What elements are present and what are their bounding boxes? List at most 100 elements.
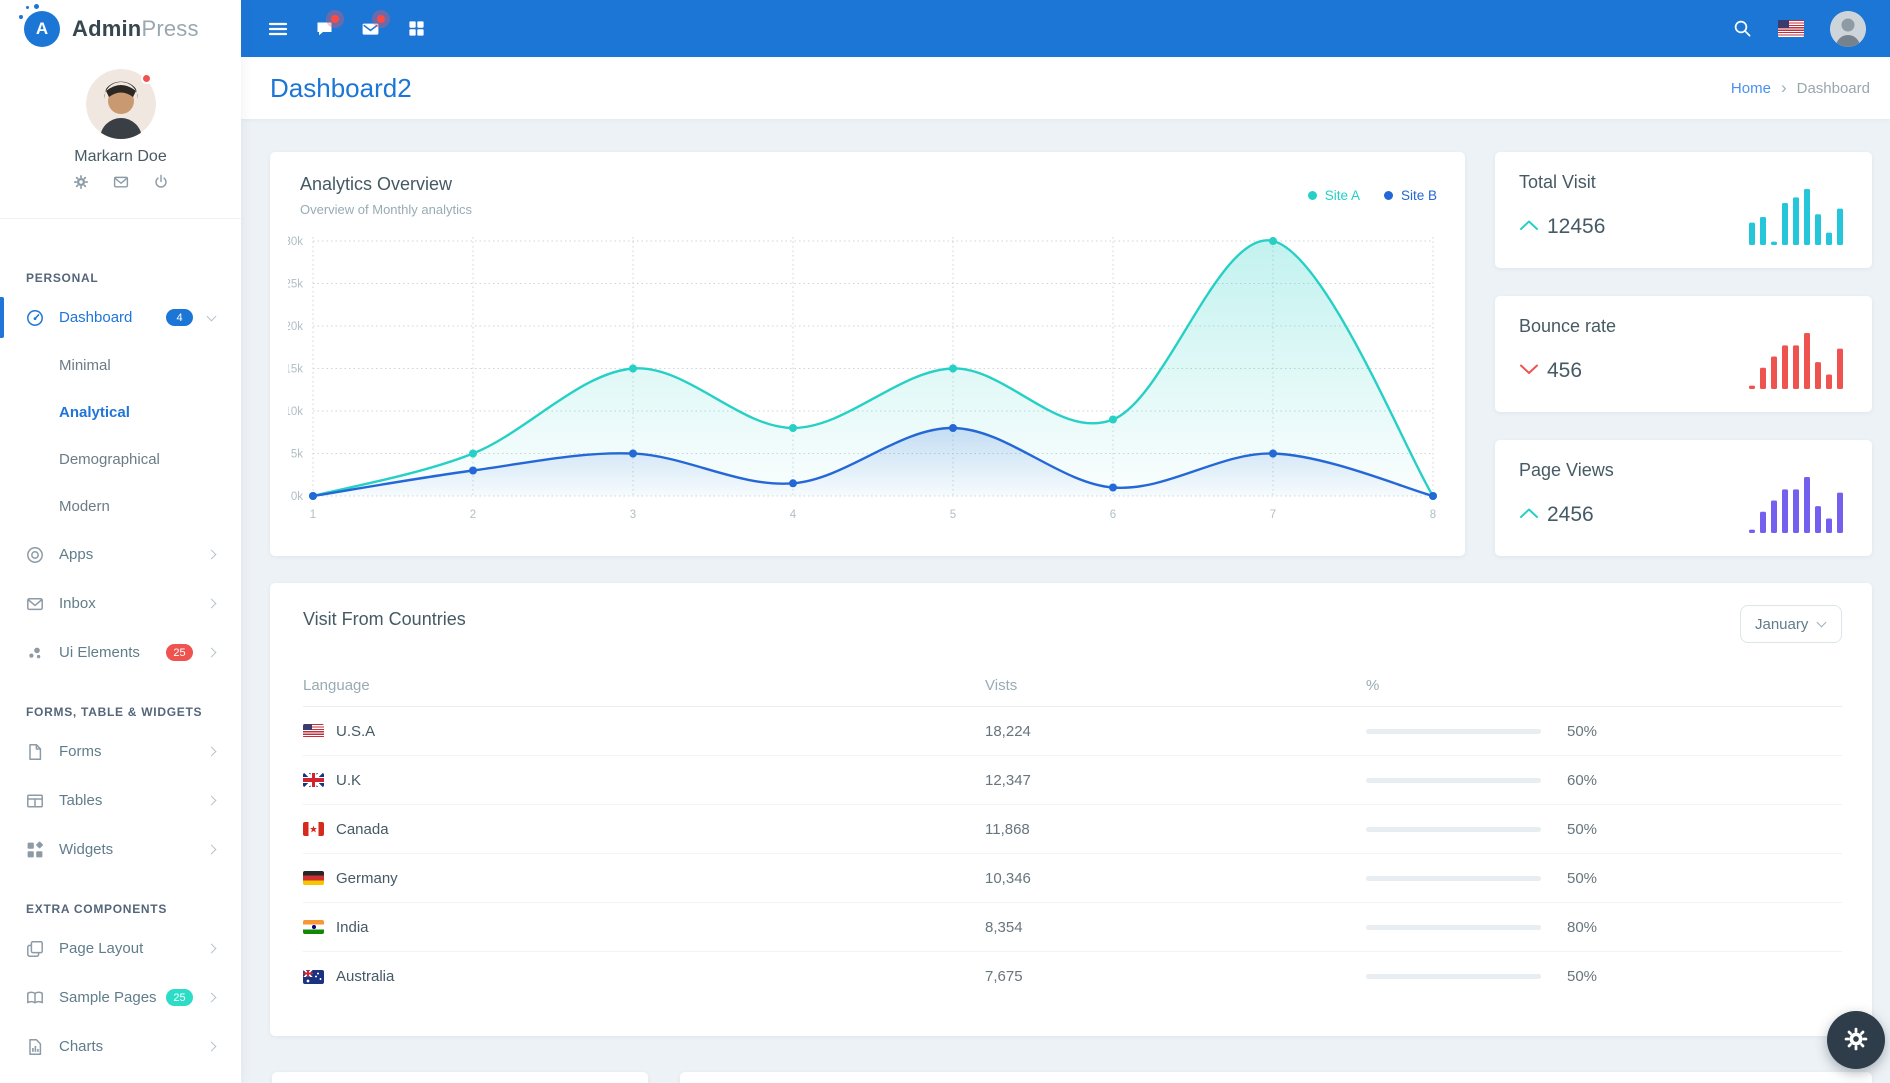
widgets-icon <box>26 841 44 859</box>
chat-icon[interactable] <box>314 19 334 39</box>
legend-dot-icon <box>1308 191 1317 200</box>
sidebar-item-apps[interactable]: Apps <box>0 530 241 579</box>
table-header-row: LanguageVists% <box>303 665 1842 707</box>
profile-avatar[interactable] <box>86 69 156 139</box>
column-header-vists: Vists <box>985 677 1366 694</box>
menu-icon[interactable] <box>268 19 288 39</box>
partial-card-left <box>272 1072 648 1083</box>
svg-text:8: 8 <box>1430 509 1436 521</box>
sidebar-item-inbox[interactable]: Inbox <box>0 579 241 628</box>
sidebar-section-label: FORMS, TABLE & WIDGETS <box>0 677 241 727</box>
ca-flag-icon <box>303 822 324 836</box>
gear-icon[interactable] <box>73 174 89 190</box>
apps-grid-icon[interactable] <box>406 19 426 39</box>
brand-logo[interactable]: A AdminPress <box>0 0 241 57</box>
sidebar-subitem-demographical[interactable]: Demographical <box>0 436 241 483</box>
stat-value: 2456 <box>1547 503 1594 527</box>
brand-name: AdminPress <box>72 16 199 42</box>
visit-from-countries-card: Visit From Countries January LanguageVis… <box>270 583 1872 1036</box>
progress-track <box>1366 729 1541 734</box>
sidebar-subitem-modern[interactable]: Modern <box>0 483 241 530</box>
power-icon[interactable] <box>153 174 169 190</box>
sidebar: A AdminPress Markarn Doe PERSONALDashboa… <box>0 0 241 1083</box>
breadcrumb-home-link[interactable]: Home <box>1731 80 1771 97</box>
month-select[interactable]: January <box>1740 605 1842 643</box>
sidebar-item-icons[interactable]: Icons <box>0 1071 241 1083</box>
chevron-right-icon <box>207 845 217 855</box>
sidebar-item-label: Apps <box>59 546 93 563</box>
partial-card-right <box>680 1072 1872 1083</box>
svg-text:25k: 25k <box>288 279 303 291</box>
sidebar-item-sample-pages[interactable]: Sample Pages25 <box>0 973 241 1022</box>
search-icon[interactable] <box>1732 19 1752 39</box>
sidebar-item-label: Widgets <box>59 841 113 858</box>
notification-dot <box>331 15 339 23</box>
legend-item-site-a[interactable]: Site A <box>1308 188 1360 203</box>
visits-cell: 11,868 <box>985 821 1366 838</box>
profile-block: Markarn Doe <box>0 57 241 204</box>
sidebar-item-widgets[interactable]: Widgets <box>0 825 241 874</box>
chevron-down-icon <box>207 311 217 321</box>
progress-track <box>1366 925 1541 930</box>
analytics-title: Analytics Overview <box>300 174 452 195</box>
main-content: Analytics Overview Overview of Monthly a… <box>241 119 1890 1083</box>
stats-column: Total Visit12456Bounce rate456Page Views… <box>1495 152 1872 584</box>
us-flag-icon[interactable] <box>1778 20 1804 37</box>
chart-legend: Site A Site B <box>1308 188 1437 203</box>
topbar <box>241 0 1890 57</box>
envelope-icon <box>26 595 44 613</box>
svg-text:0k: 0k <box>291 491 303 503</box>
svg-text:2: 2 <box>470 509 476 521</box>
svg-text:15k: 15k <box>288 364 303 376</box>
sidebar-item-charts[interactable]: Charts <box>0 1022 241 1071</box>
country-name: Germany <box>336 870 398 887</box>
gear-icon <box>1843 1026 1869 1055</box>
breadcrumb-separator: › <box>1781 78 1787 98</box>
sidebar-item-label: Dashboard <box>59 309 132 326</box>
breadcrumb: Home › Dashboard <box>1731 78 1870 98</box>
sidebar-item-ui-elements[interactable]: Ui Elements25 <box>0 628 241 677</box>
chevron-right-icon <box>207 648 217 658</box>
sidebar-badge: 4 <box>166 309 193 326</box>
user-avatar[interactable] <box>1830 11 1866 47</box>
sidebar-item-forms[interactable]: Forms <box>0 727 241 776</box>
sidebar-section-label: PERSONAL <box>0 219 241 293</box>
country-name: India <box>336 919 369 936</box>
sidebar-subitem-minimal[interactable]: Minimal <box>0 342 241 389</box>
de-flag-icon <box>303 871 324 885</box>
sidebar-item-label: Forms <box>59 743 102 760</box>
sidebar-subitem-analytical[interactable]: Analytical <box>0 389 241 436</box>
column-header-language: Language <box>303 677 985 694</box>
svg-text:4: 4 <box>790 509 797 521</box>
table-row-uk: U.K12,34760% <box>303 756 1842 805</box>
month-select-value: January <box>1755 616 1808 633</box>
table-row-australia: Australia7,67550% <box>303 952 1842 1001</box>
percent-label: 50% <box>1567 968 1597 985</box>
svg-text:30k: 30k <box>288 236 303 248</box>
percent-label: 80% <box>1567 919 1597 936</box>
country-cell: Canada <box>303 821 985 838</box>
percent-cell: 50% <box>1366 870 1842 887</box>
us-flag-icon <box>303 724 324 738</box>
svg-text:5: 5 <box>950 509 956 521</box>
breadcrumb-current: Dashboard <box>1797 80 1870 97</box>
svg-text:6: 6 <box>1110 509 1116 521</box>
visits-cell: 12,347 <box>985 772 1366 789</box>
sidebar-item-page-layout[interactable]: Page Layout <box>0 924 241 973</box>
app-root: A AdminPress Markarn Doe PERSONALDashboa… <box>0 0 1890 1083</box>
country-cell: India <box>303 919 985 936</box>
legend-item-site-b[interactable]: Site B <box>1384 188 1437 203</box>
country-cell: Germany <box>303 870 985 887</box>
stat-value: 12456 <box>1547 215 1605 239</box>
svg-text:3: 3 <box>630 509 636 521</box>
sidebar-item-label: Charts <box>59 1038 103 1055</box>
country-name: Canada <box>336 821 389 838</box>
mail-icon[interactable] <box>360 19 380 39</box>
chevron-right-icon <box>207 747 217 757</box>
settings-fab-button[interactable] <box>1827 1011 1885 1069</box>
chevron-right-icon <box>207 550 217 560</box>
sidebar-item-tables[interactable]: Tables <box>0 776 241 825</box>
mail-icon[interactable] <box>113 174 129 190</box>
sidebar-item-dashboard[interactable]: Dashboard 4 <box>0 293 241 342</box>
visits-cell: 7,675 <box>985 968 1366 985</box>
